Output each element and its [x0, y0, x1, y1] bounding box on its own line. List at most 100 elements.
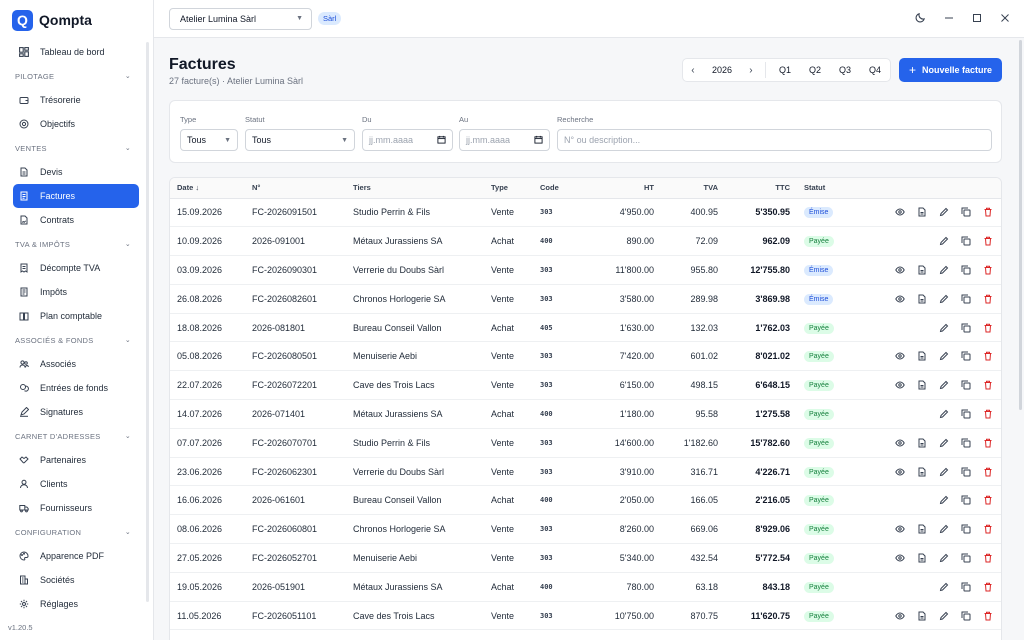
- view-eye-icon[interactable]: [893, 551, 906, 564]
- sidebar-item-tresorerie[interactable]: Trésorerie: [13, 88, 139, 112]
- sidebar-item-associes[interactable]: Associés: [13, 352, 139, 376]
- table-row[interactable]: 26.08.2026 FC-2026082601 Chronos Horlogeri…: [170, 284, 1001, 314]
- sidebar-scrollbar[interactable]: [146, 42, 149, 602]
- edit-pencil-icon[interactable]: [937, 580, 950, 593]
- view-eye-icon[interactable]: [893, 609, 906, 622]
- edit-pencil-icon[interactable]: [937, 235, 950, 248]
- company-select[interactable]: Atelier Lumina Sàrl ▼: [169, 7, 312, 30]
- type-filter-select[interactable]: Tous ▼: [180, 129, 238, 151]
- date-from-input[interactable]: jj.mm.aaaa: [362, 129, 453, 151]
- pdf-document-icon[interactable]: [915, 379, 928, 392]
- sidebar-item-factures[interactable]: Factures: [13, 184, 139, 208]
- minimize-icon[interactable]: [944, 13, 954, 26]
- duplicate-copy-icon[interactable]: [959, 580, 972, 593]
- delete-trash-icon[interactable]: [981, 407, 994, 420]
- table-row[interactable]: 27.05.2026 FC-2026052701 Menuiserie Aebi Ve…: [170, 543, 1001, 573]
- duplicate-copy-icon[interactable]: [959, 494, 972, 507]
- sidebar-item-objectifs[interactable]: Objectifs: [13, 112, 139, 136]
- duplicate-copy-icon[interactable]: [959, 523, 972, 536]
- sidebar-section-header[interactable]: Pilotage ⌄: [15, 64, 131, 88]
- duplicate-copy-icon[interactable]: [959, 321, 972, 334]
- duplicate-copy-icon[interactable]: [959, 407, 972, 420]
- sidebar-item-fournisseurs[interactable]: Fournisseurs: [13, 496, 139, 520]
- pdf-document-icon[interactable]: [915, 523, 928, 536]
- close-icon[interactable]: [1000, 13, 1010, 26]
- delete-trash-icon[interactable]: [981, 494, 994, 507]
- table-row[interactable]: 19.05.2026 2026-051901 Métaux Jurassiens S…: [170, 572, 1001, 602]
- edit-pencil-icon[interactable]: [937, 609, 950, 622]
- sidebar-section-header[interactable]: TVA & impôts ⌄: [15, 232, 131, 256]
- view-eye-icon[interactable]: [893, 436, 906, 449]
- sidebar-item-apparence-pdf[interactable]: Apparence PDF: [13, 544, 139, 568]
- view-eye-icon[interactable]: [893, 263, 906, 276]
- delete-trash-icon[interactable]: [981, 350, 994, 363]
- delete-trash-icon[interactable]: [981, 263, 994, 276]
- table-row[interactable]: 11.05.2026 FC-2026051101 Cave des Trois La…: [170, 601, 1001, 631]
- edit-pencil-icon[interactable]: [937, 551, 950, 564]
- table-row[interactable]: 23.06.2026 FC-2026062301 Verrerie du Doubs…: [170, 457, 1001, 487]
- table-row[interactable]: 03.09.2026 FC-2026090301 Verrerie du Doubs…: [170, 255, 1001, 285]
- duplicate-copy-icon[interactable]: [959, 465, 972, 478]
- edit-pencil-icon[interactable]: [937, 379, 950, 392]
- duplicate-copy-icon[interactable]: [959, 350, 972, 363]
- table-row[interactable]: 05.08.2026 FC-2026080501 Menuiserie Aebi Ve…: [170, 341, 1001, 372]
- delete-trash-icon[interactable]: [981, 609, 994, 622]
- sidebar-item-impots[interactable]: Impôts: [13, 280, 139, 304]
- pdf-document-icon[interactable]: [915, 263, 928, 276]
- delete-trash-icon[interactable]: [981, 379, 994, 392]
- quarter-q3-button[interactable]: Q3: [830, 65, 860, 75]
- table-row[interactable]: 18.08.2026 2026-081801 Bureau Conseil Vall…: [170, 313, 1001, 343]
- table-row[interactable]: 14.07.2026 2026-071401 Métaux Jurassiens S…: [170, 399, 1001, 429]
- sidebar-item-plan-comptable[interactable]: Plan comptable: [13, 304, 139, 328]
- quarter-q4-button[interactable]: Q4: [860, 65, 890, 75]
- edit-pencil-icon[interactable]: [937, 263, 950, 276]
- duplicate-copy-icon[interactable]: [959, 292, 972, 305]
- search-input[interactable]: N° ou description...: [557, 129, 992, 151]
- edit-pencil-icon[interactable]: [937, 206, 950, 219]
- view-eye-icon[interactable]: [893, 465, 906, 478]
- sidebar-section-header[interactable]: Configuration ⌄: [15, 520, 131, 544]
- theme-toggle-moon-icon[interactable]: [915, 12, 926, 26]
- duplicate-copy-icon[interactable]: [959, 379, 972, 392]
- sidebar-item-signatures[interactable]: Signatures: [13, 400, 139, 424]
- quarter-q1-button[interactable]: Q1: [770, 65, 800, 75]
- sidebar-item-clients[interactable]: Clients: [13, 472, 139, 496]
- pdf-document-icon[interactable]: [915, 609, 928, 622]
- pdf-document-icon[interactable]: [915, 436, 928, 449]
- date-to-input[interactable]: jj.mm.aaaa: [459, 129, 550, 151]
- delete-trash-icon[interactable]: [981, 206, 994, 219]
- sidebar-section-header[interactable]: Associés & fonds ⌄: [15, 328, 131, 352]
- edit-pencil-icon[interactable]: [937, 321, 950, 334]
- duplicate-copy-icon[interactable]: [959, 436, 972, 449]
- quarter-q2-button[interactable]: Q2: [800, 65, 830, 75]
- duplicate-copy-icon[interactable]: [959, 609, 972, 622]
- table-row[interactable]: 22.07.2026 FC-2026072201 Cave des Trois La…: [170, 370, 1001, 401]
- sidebar-item-partenaires[interactable]: Partenaires: [13, 448, 139, 472]
- view-eye-icon[interactable]: [893, 206, 906, 219]
- pdf-document-icon[interactable]: [915, 292, 928, 305]
- table-row[interactable]: 16.06.2026 2026-061601 Bureau Conseil Vall…: [170, 485, 1001, 516]
- status-filter-select[interactable]: Tous ▼: [245, 129, 355, 151]
- delete-trash-icon[interactable]: [981, 292, 994, 305]
- duplicate-copy-icon[interactable]: [959, 263, 972, 276]
- new-invoice-button[interactable]: + Nouvelle facture: [898, 58, 1002, 82]
- pdf-document-icon[interactable]: [915, 465, 928, 478]
- table-row[interactable]: 10.09.2026 2026-091001 Métaux Jurassiens S…: [170, 226, 1001, 257]
- delete-trash-icon[interactable]: [981, 523, 994, 536]
- next-year-chevron-right-icon[interactable]: ›: [741, 65, 761, 76]
- edit-pencil-icon[interactable]: [937, 523, 950, 536]
- edit-pencil-icon[interactable]: [937, 350, 950, 363]
- table-row[interactable]: 07.07.2026 FC-2026070701 Studio Perrin & F…: [170, 428, 1001, 458]
- edit-pencil-icon[interactable]: [937, 407, 950, 420]
- main-scrollbar[interactable]: [1019, 40, 1022, 410]
- view-eye-icon[interactable]: [893, 350, 906, 363]
- sidebar-section-header[interactable]: Carnet d'adresses ⌄: [15, 424, 131, 448]
- edit-pencil-icon[interactable]: [937, 465, 950, 478]
- sidebar-item-entrees-de-fonds[interactable]: Entrées de fonds: [13, 376, 139, 400]
- sidebar-item-reglages[interactable]: Réglages: [13, 592, 139, 616]
- edit-pencil-icon[interactable]: [937, 436, 950, 449]
- pdf-document-icon[interactable]: [915, 551, 928, 564]
- calendar-icon[interactable]: [437, 135, 446, 146]
- sidebar-item-decompte-tva[interactable]: Décompte TVA: [13, 256, 139, 280]
- duplicate-copy-icon[interactable]: [959, 551, 972, 564]
